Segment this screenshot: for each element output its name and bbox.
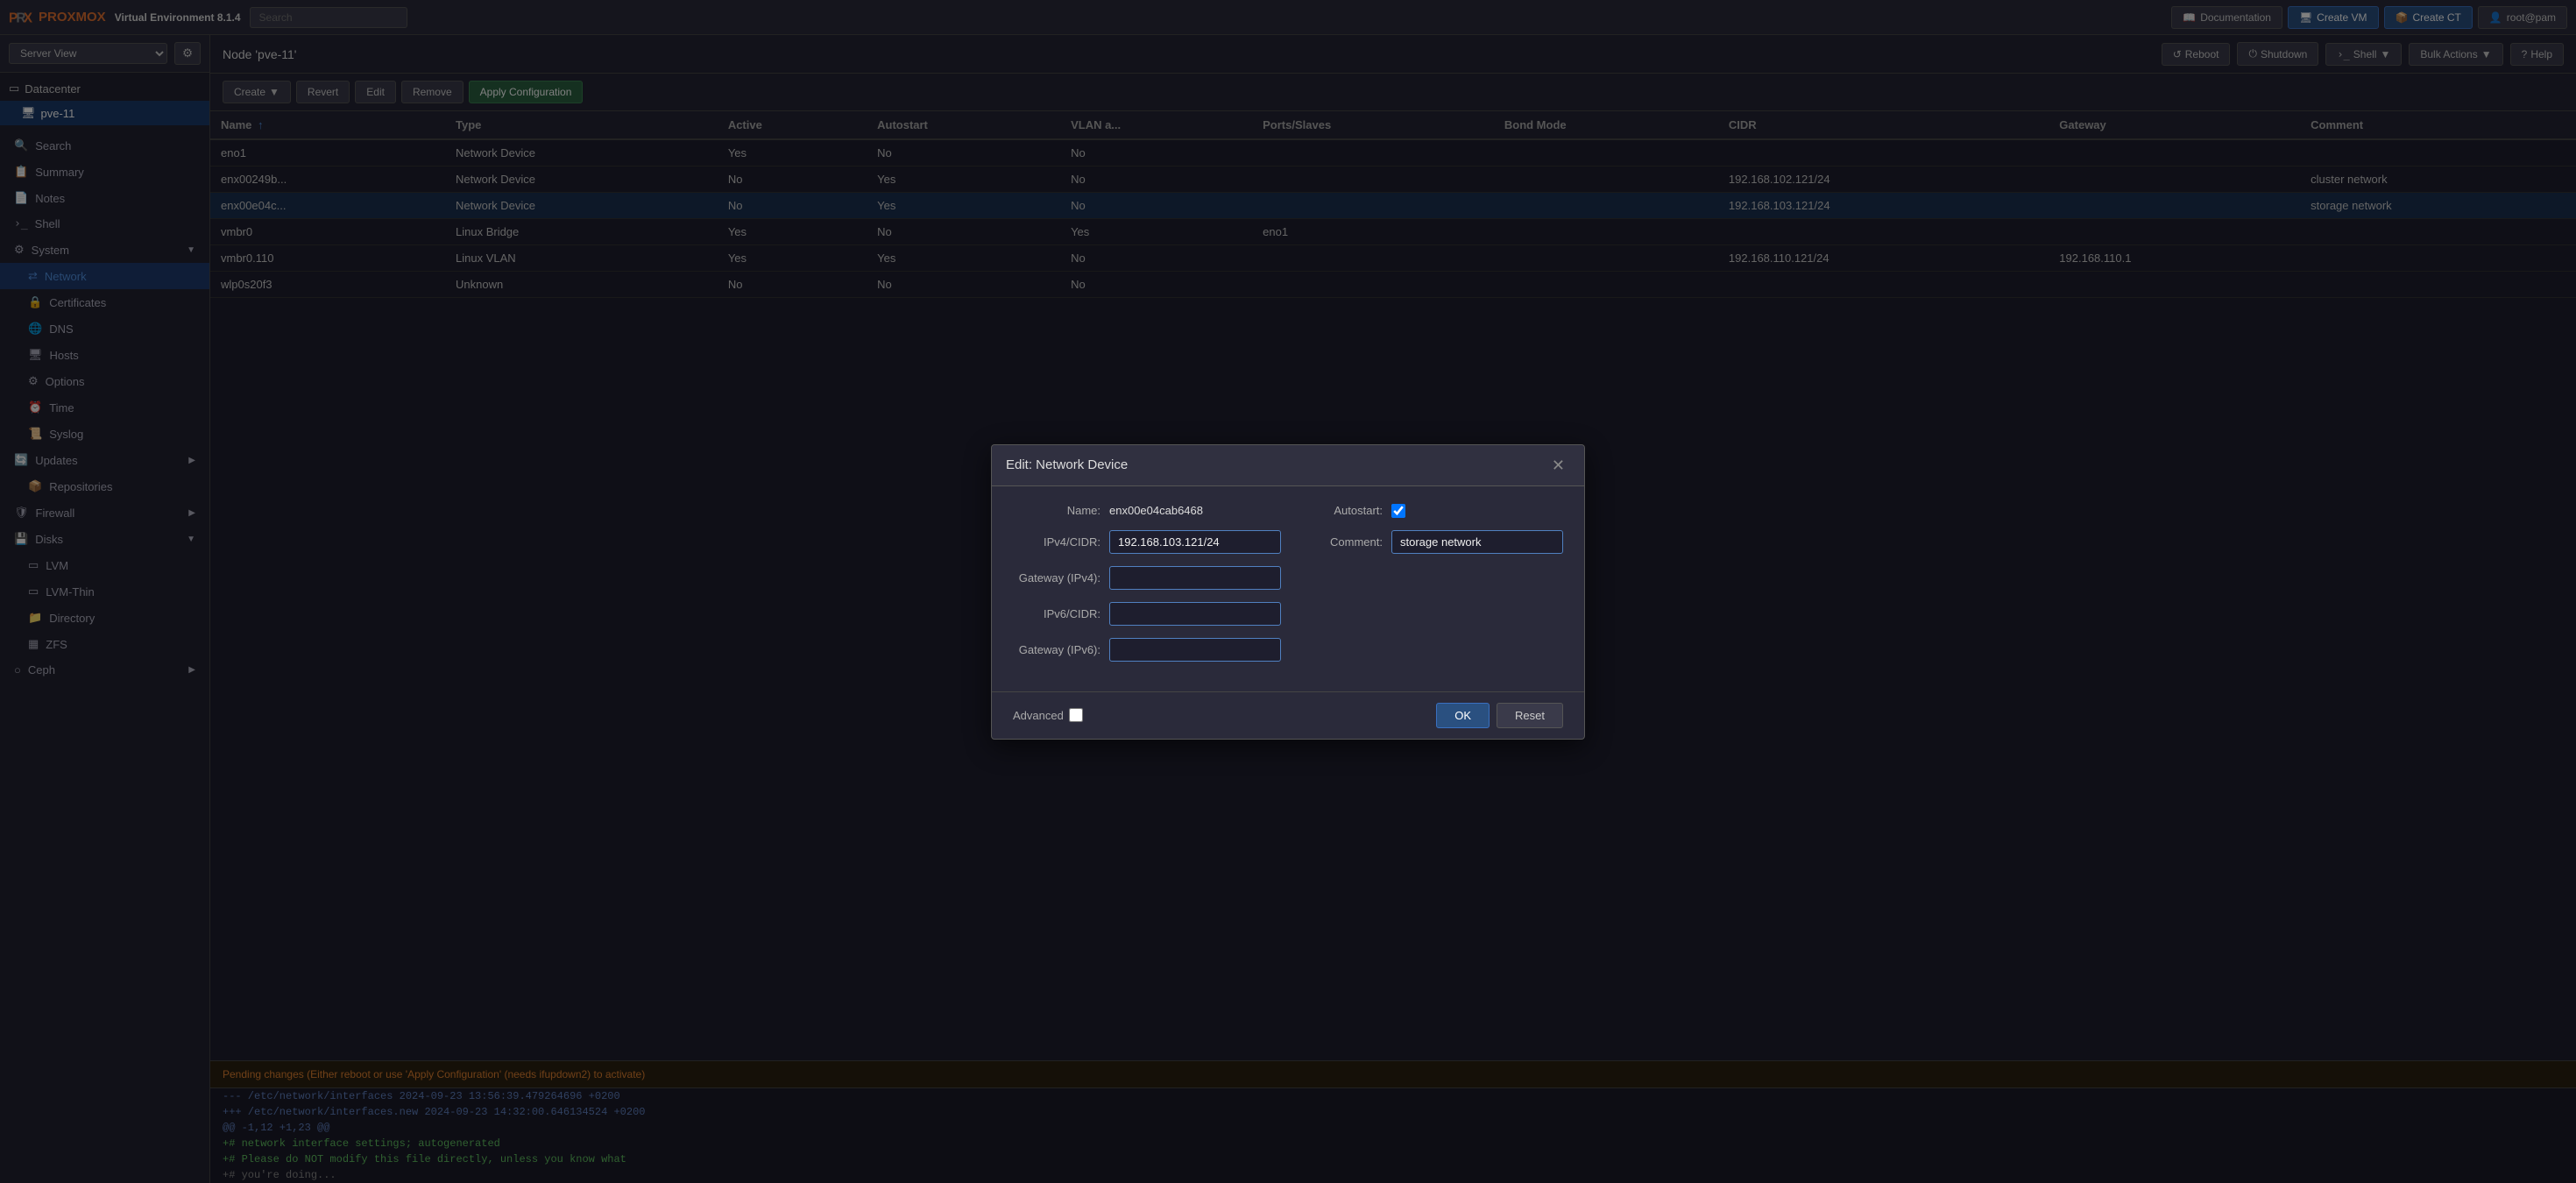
ipv6-input[interactable] [1109, 602, 1281, 626]
form-col-ipv4: IPv4/CIDR: [1013, 530, 1281, 554]
modal-title: Edit: Network Device [1006, 457, 1538, 472]
gateway-ipv6-label: Gateway (IPv6): [1013, 643, 1100, 656]
form-col-comment: Comment: [1295, 530, 1563, 554]
modal-body: Name: enx00e04cab6468 Autostart: IPv4/CI… [992, 486, 1584, 691]
ipv4-label: IPv4/CIDR: [1013, 535, 1100, 549]
form-col-name: Name: enx00e04cab6468 [1013, 504, 1281, 517]
form-row-ipv6: IPv6/CIDR: [1013, 602, 1563, 626]
advanced-checkbox[interactable] [1069, 708, 1083, 722]
form-col-autostart: Autostart: [1295, 504, 1563, 518]
gateway-ipv6-input[interactable] [1109, 638, 1281, 662]
form-row-gateway-ipv4: Gateway (IPv4): [1013, 566, 1563, 590]
modal-header: Edit: Network Device ✕ [992, 445, 1584, 486]
form-col-gateway-ipv6: Gateway (IPv6): [1013, 638, 1281, 662]
name-label: Name: [1013, 504, 1100, 517]
ipv4-input[interactable] [1109, 530, 1281, 554]
reset-button[interactable]: Reset [1497, 703, 1563, 728]
comment-input[interactable] [1391, 530, 1563, 554]
advanced-section: Advanced [1013, 708, 1083, 722]
comment-label: Comment: [1295, 535, 1383, 549]
modal-close-button[interactable]: ✕ [1546, 456, 1570, 475]
edit-network-device-modal: Edit: Network Device ✕ Name: enx00e04cab… [991, 444, 1585, 740]
ipv6-label: IPv6/CIDR: [1013, 607, 1100, 620]
form-col-ipv6: IPv6/CIDR: [1013, 602, 1281, 626]
modal-overlay[interactable]: Edit: Network Device ✕ Name: enx00e04cab… [0, 0, 2576, 1183]
advanced-label: Advanced [1013, 709, 1064, 722]
form-row-name-autostart: Name: enx00e04cab6468 Autostart: [1013, 504, 1563, 518]
modal-footer: Advanced OK Reset [992, 691, 1584, 739]
form-col-gateway-ipv4: Gateway (IPv4): [1013, 566, 1281, 590]
autostart-checkbox[interactable] [1391, 504, 1405, 518]
form-row-gateway-ipv6: Gateway (IPv6): [1013, 638, 1563, 662]
autostart-label: Autostart: [1295, 504, 1383, 517]
gateway-ipv4-label: Gateway (IPv4): [1013, 571, 1100, 584]
form-row-ipv4-comment: IPv4/CIDR: Comment: [1013, 530, 1563, 554]
gateway-ipv4-input[interactable] [1109, 566, 1281, 590]
name-value: enx00e04cab6468 [1109, 504, 1203, 517]
ok-button[interactable]: OK [1436, 703, 1490, 728]
